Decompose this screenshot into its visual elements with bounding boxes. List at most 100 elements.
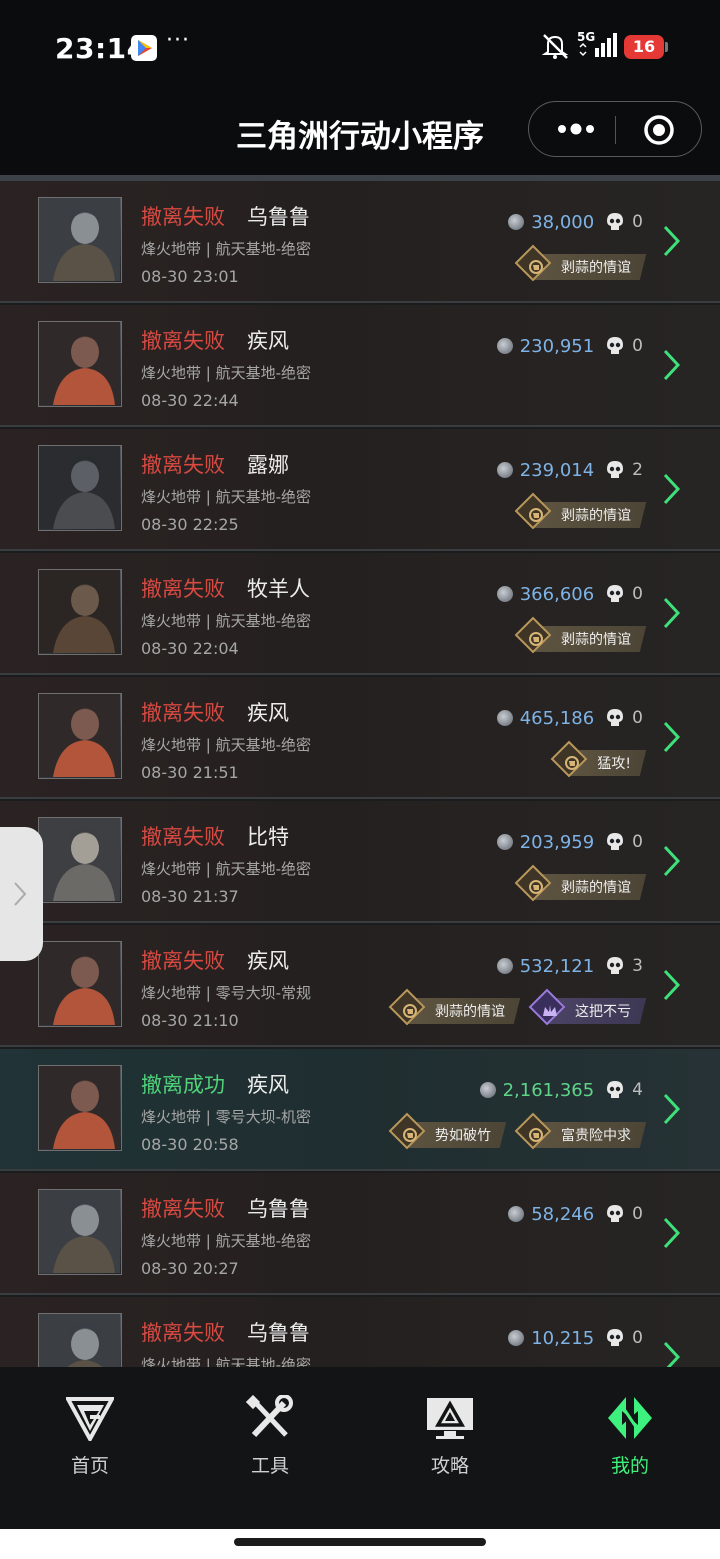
operator-name: 疾风 — [247, 329, 289, 353]
kill-count: 0 — [632, 1204, 643, 1224]
record-row[interactable]: 撤离失败 乌鲁鲁 烽火地带 | 航天基地-绝密 10,215 0 — [0, 1297, 720, 1367]
map-mode: 烽火地带 | 航天基地-绝密 — [141, 1356, 312, 1367]
record-row[interactable]: 撤离失败 疾风 烽火地带 | 航天基地-绝密 08-30 21:51 465,186 0 猛… — [0, 677, 720, 799]
extraction-result: 撤离失败 — [141, 949, 225, 973]
operator-avatar — [38, 1189, 122, 1275]
extracted-value: 38,000 — [531, 211, 595, 233]
tab-profile-label: 我的 — [610, 1455, 649, 1477]
kill-count: 0 — [632, 832, 643, 852]
skull-icon — [607, 1329, 624, 1346]
achievement-badges: 剥蒜的情谊 这把不亏 — [388, 988, 647, 1026]
record-row[interactable]: 撤离失败 露娜 烽火地带 | 航天基地-绝密 08-30 22:25 239,014 2 剥… — [0, 429, 720, 551]
extracted-value: 366,606 — [519, 583, 595, 605]
tools-icon — [246, 1395, 293, 1438]
operator-name: 疾风 — [247, 701, 289, 725]
kill-count: 2 — [632, 460, 643, 480]
operator-avatar — [38, 817, 122, 903]
bottom-tab-bar: 首页 工具 攻略 我的 — [0, 1367, 720, 1529]
chevron-right-icon[interactable] — [662, 968, 682, 1002]
coin-icon — [508, 214, 525, 230]
chevron-right-icon[interactable] — [662, 1216, 682, 1250]
kill-count: 0 — [632, 1328, 643, 1348]
value-row: 239,014 2 — [496, 458, 643, 482]
battery-tip — [665, 42, 668, 52]
coin-icon — [496, 462, 513, 478]
crown-emblem-icon — [543, 1005, 557, 1016]
record-row[interactable]: 撤离失败 疾风 烽火地带 | 零号大坝-常规 08-30 21:10 532,121 3 剥… — [0, 925, 720, 1047]
operator-avatar — [38, 569, 122, 655]
skull-icon — [607, 337, 624, 354]
chevron-right-icon[interactable] — [662, 348, 682, 382]
kill-count: 0 — [632, 212, 643, 232]
extracted-value: 58,246 — [531, 1203, 595, 1225]
tab-home[interactable]: 首页 — [30, 1395, 150, 1478]
operator-name: 牧羊人 — [247, 577, 310, 601]
match-record-list[interactable]: 撤离失败 乌鲁鲁 烽火地带 | 航天基地-绝密 08-30 23:01 38,000 0 剥… — [0, 175, 720, 1367]
skull-icon — [607, 957, 624, 974]
status-more-dots: ··· — [166, 28, 190, 53]
chevron-right-icon[interactable] — [662, 472, 682, 506]
match-time: 08-30 20:27 — [141, 1259, 239, 1278]
skull-icon — [607, 213, 624, 230]
operator-avatar — [38, 1065, 122, 1151]
map-mode: 烽火地带 | 零号大坝-常规 — [141, 984, 312, 1002]
value-row: 532,121 3 — [496, 954, 643, 978]
match-time: 08-30 21:10 — [141, 1011, 239, 1030]
chevron-right-icon[interactable] — [662, 1092, 682, 1126]
chevron-right-icon[interactable] — [662, 1340, 682, 1367]
value-row: 230,951 0 — [496, 334, 643, 358]
tab-tools[interactable]: 工具 — [210, 1395, 330, 1478]
chevron-right-icon[interactable] — [662, 844, 682, 878]
kill-count: 0 — [632, 584, 643, 604]
chevron-right-icon[interactable] — [662, 224, 682, 258]
battery-level: 16 — [632, 37, 656, 56]
more-options-icon[interactable] — [551, 112, 601, 146]
record-row[interactable]: 撤离失败 乌鲁鲁 烽火地带 | 航天基地-绝密 08-30 20:27 58,246 0 — [0, 1173, 720, 1295]
extraction-result: 撤离失败 — [141, 1197, 225, 1221]
operator-avatar — [38, 445, 122, 531]
side-drawer-handle[interactable] — [0, 827, 43, 961]
map-mode: 烽火地带 | 航天基地-绝密 — [141, 860, 312, 878]
badge-label: 剥蒜的情谊 — [435, 1004, 505, 1020]
extraction-result: 撤离失败 — [141, 825, 225, 849]
operator-name: 比特 — [247, 825, 289, 849]
achievement-badges: 剥蒜的情谊 — [514, 492, 647, 530]
match-time: 08-30 21:51 — [141, 763, 239, 782]
kill-count: 4 — [632, 1080, 643, 1100]
home-indicator[interactable] — [234, 1538, 486, 1546]
extracted-value: 465,186 — [519, 707, 595, 729]
record-row[interactable]: 撤离失败 乌鲁鲁 烽火地带 | 航天基地-绝密 08-30 23:01 38,000 0 剥… — [0, 181, 720, 303]
badge-label: 猛攻! — [597, 756, 631, 772]
record-row[interactable]: 撤离成功 疾风 烽火地带 | 零号大坝-机密 08-30 20:58 2,161,365… — [0, 1049, 720, 1171]
extraction-result: 撤离失败 — [141, 329, 225, 353]
mini-program-capsule — [528, 101, 702, 157]
operator-avatar — [38, 1313, 122, 1367]
fist-emblem-icon — [529, 508, 543, 522]
fist-emblem-icon — [529, 880, 543, 894]
chevron-right-icon — [14, 882, 27, 906]
tab-profile[interactable]: 我的 — [570, 1395, 690, 1478]
achievement-badges: 猛攻! — [550, 740, 647, 778]
achievement-badge: 这把不亏 — [528, 988, 647, 1026]
record-row[interactable]: 撤离失败 牧羊人 烽火地带 | 航天基地-绝密 08-30 22:04 366,606 0… — [0, 553, 720, 675]
coin-icon — [496, 338, 513, 354]
achievement-badges: 剥蒜的情谊 — [514, 864, 647, 902]
record-row[interactable]: 撤离失败 比特 烽火地带 | 航天基地-绝密 08-30 21:37 203,959 0 剥… — [0, 801, 720, 923]
achievement-badges: 剥蒜的情谊 — [514, 244, 647, 282]
extracted-value: 239,014 — [519, 459, 595, 481]
operator-name: 乌鲁鲁 — [247, 1321, 310, 1345]
close-program-icon[interactable] — [643, 114, 675, 146]
achievement-badge: 剥蒜的情谊 — [514, 616, 647, 654]
extracted-value: 203,959 — [519, 831, 595, 853]
value-row: 203,959 0 — [496, 830, 643, 854]
match-time: 08-30 22:25 — [141, 515, 239, 534]
record-row[interactable]: 撤离失败 疾风 烽火地带 | 航天基地-绝密 08-30 22:44 230,951 0 — [0, 305, 720, 427]
operator-avatar — [38, 941, 122, 1027]
extraction-result: 撤离失败 — [141, 205, 225, 229]
chevron-right-icon[interactable] — [662, 596, 682, 630]
operator-name: 疾风 — [247, 1073, 289, 1097]
chevron-right-icon[interactable] — [662, 720, 682, 754]
map-mode: 烽火地带 | 航天基地-绝密 — [141, 1232, 312, 1250]
tab-guide[interactable]: 攻略 — [390, 1395, 510, 1478]
map-mode: 烽火地带 | 航天基地-绝密 — [141, 736, 312, 754]
